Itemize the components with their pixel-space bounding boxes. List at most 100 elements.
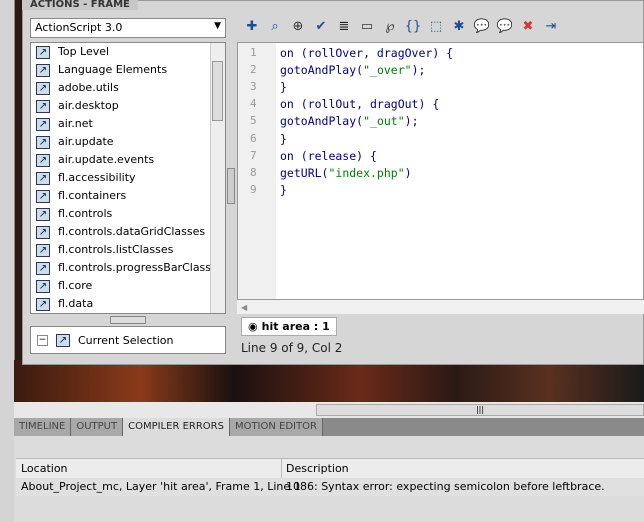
code-line: gotoAndPlay("_out"); [280, 114, 419, 128]
book-icon: ↗ [36, 261, 50, 275]
table-row[interactable]: About_Project_mc, Layer 'hit area', Fram… [16, 478, 644, 496]
book-icon: ↗ [36, 63, 50, 77]
status-line: Line 9 of 9, Col 2 [241, 341, 343, 355]
toolbox-item-label: air.update.events [58, 153, 155, 166]
error-description: 1086: Syntax error: expecting semicolon … [286, 480, 605, 493]
toolbox-item-label: air.desktop [58, 99, 119, 112]
toolbox-item[interactable]: ↗ fl.accessibility [31, 169, 225, 187]
column-description[interactable]: Description [281, 459, 349, 478]
toolbox-item-label: fl.controls [58, 207, 113, 220]
toolbox-item[interactable]: ↗ adobe.utils [31, 79, 225, 97]
toolbox-item[interactable]: ↗ Top Level [31, 43, 225, 61]
error-location: About_Project_mc, Layer 'hit area', Fram… [21, 480, 301, 493]
add-icon[interactable]: ✚ [243, 18, 261, 36]
script-assist-icon[interactable]: ⇥ [542, 18, 560, 36]
toolbox-item[interactable]: ↗ fl.controls.dataGridClasses [31, 223, 225, 241]
toolbox-item-label: adobe.utils [58, 81, 119, 94]
toolbox-item[interactable]: ↗ fl.core [31, 277, 225, 295]
errors-header: Location Description [16, 458, 644, 479]
toolbox-item[interactable]: ↗ fl.controls.listClasses [31, 241, 225, 259]
remove-comment-icon[interactable]: ✖ [519, 18, 537, 36]
toolbox-item-label: fl.controls.dataGridClasses [58, 225, 206, 238]
collapse-braces-icon[interactable]: {} [404, 18, 422, 36]
code-token: "_out" [363, 114, 405, 129]
code-token: gotoAndPlay( [280, 114, 364, 129]
collapse-icon[interactable]: − [37, 334, 48, 346]
code-line: on (release) { [280, 149, 377, 163]
scroll-thumb[interactable] [212, 61, 223, 121]
code-token: } [280, 80, 287, 95]
toolbox-item[interactable]: ↗ Language Elements [31, 61, 225, 79]
code-editor[interactable]: 1 2 3 4 5 6 7 8 9 on (rollOver, dragOver) {gotoA… [237, 42, 644, 300]
tools-panel[interactable] [0, 0, 15, 522]
code-token: on (rollOut, dragOut) { [280, 97, 440, 112]
tab-compiler-errors[interactable]: COMPILER ERRORS [123, 418, 230, 436]
code-token: on (rollOver, dragOver) { [280, 46, 454, 60]
collapse-selection-icon[interactable]: ⬚ [427, 18, 445, 36]
code-token: "index.php" [328, 165, 405, 180]
panel-title: ACTIONS - FRAME [22, 0, 138, 10]
line-number: 8 [250, 165, 257, 179]
code-line: getURL("index.php") [280, 166, 412, 180]
block-comment-icon[interactable]: 💬 [473, 18, 491, 36]
target-icon[interactable]: ⊕ [289, 18, 307, 36]
tab-output[interactable]: OUTPUT [71, 418, 124, 436]
line-number: 9 [250, 182, 257, 196]
toolbox-item[interactable]: ↗ fl.data [31, 295, 225, 313]
code-token: } [280, 182, 287, 197]
code-scrollbar[interactable]: ◀ [237, 300, 644, 314]
splitter-handle[interactable] [110, 316, 146, 324]
line-number: 3 [250, 80, 257, 94]
book-icon: ↗ [36, 45, 50, 59]
toolbox-item[interactable]: ↗ air.desktop [31, 97, 225, 115]
toolbox-item[interactable]: ↗ fl.controls.progressBarClasses [31, 259, 225, 277]
toolbox-item[interactable]: ↗ air.update.events [31, 151, 225, 169]
code-token: ) [404, 165, 412, 180]
code-token: } [280, 131, 287, 146]
script-navigator[interactable]: − ↗ Current Selection [30, 326, 226, 354]
column-location[interactable]: Location [21, 462, 68, 475]
toolbox-item[interactable]: ↗ air.net [31, 115, 225, 133]
tab-motion-editor[interactable]: MOTION EDITOR [229, 418, 323, 436]
code-line: } [280, 132, 287, 146]
stage-scroll-thumb[interactable]: ||| [316, 404, 644, 416]
line-number: 6 [250, 131, 257, 145]
code-line: } [280, 80, 287, 94]
toolbox-item-label: fl.containers [58, 189, 127, 202]
debug-icon[interactable]: ℘ [381, 18, 399, 36]
script-tab[interactable]: ◉ hit area : 1 [241, 317, 337, 336]
line-comment-icon[interactable]: 💬 [496, 18, 514, 36]
panel-collapse-handle[interactable] [227, 168, 235, 204]
book-icon: ↗ [36, 81, 50, 95]
current-selection-label: Current Selection [78, 333, 174, 347]
auto-format-icon[interactable]: ≣ [335, 18, 353, 36]
toolbox-item[interactable]: ↗ fl.controls [31, 205, 225, 223]
toolbox-item-label: fl.controls.progressBarClasses [58, 261, 224, 274]
toolbox-item-label: fl.accessibility [58, 171, 136, 184]
book-icon: ↗ [56, 333, 70, 347]
toolbox-item-label: Top Level [58, 45, 110, 58]
code-hint-icon[interactable]: ▭ [358, 18, 376, 36]
book-icon: ↗ [36, 297, 50, 311]
code-line: on (rollOut, dragOut) { [280, 97, 439, 111]
expand-all-icon[interactable]: ✱ [450, 18, 468, 36]
language-select[interactable]: ActionScript 3.0 ▼ [30, 18, 226, 38]
line-number: 4 [250, 97, 257, 111]
toolbox-item-label: fl.controls.listClasses [58, 243, 174, 256]
check-syntax-icon[interactable]: ✔ [312, 18, 330, 36]
code-line: gotoAndPlay("_over"); [280, 63, 425, 77]
tab-timeline[interactable]: TIMELINE [14, 418, 72, 436]
toolbox-item-label: fl.data [58, 297, 94, 310]
language-value: ActionScript 3.0 [35, 21, 123, 34]
book-icon: ↗ [36, 171, 50, 185]
toolbox-scrollbar[interactable] [210, 43, 225, 313]
book-icon: ↗ [36, 117, 50, 131]
find-icon[interactable]: ⌕ [266, 18, 284, 36]
book-icon: ↗ [36, 207, 50, 221]
toolbox-item-label: air.update [58, 135, 114, 148]
toolbox-item[interactable]: ↗ fl.containers [31, 187, 225, 205]
code-token: "_over" [363, 63, 412, 78]
book-icon: ↗ [36, 279, 50, 293]
toolbox-item[interactable]: ↗ air.update [31, 133, 225, 151]
book-icon: ↗ [36, 225, 50, 239]
